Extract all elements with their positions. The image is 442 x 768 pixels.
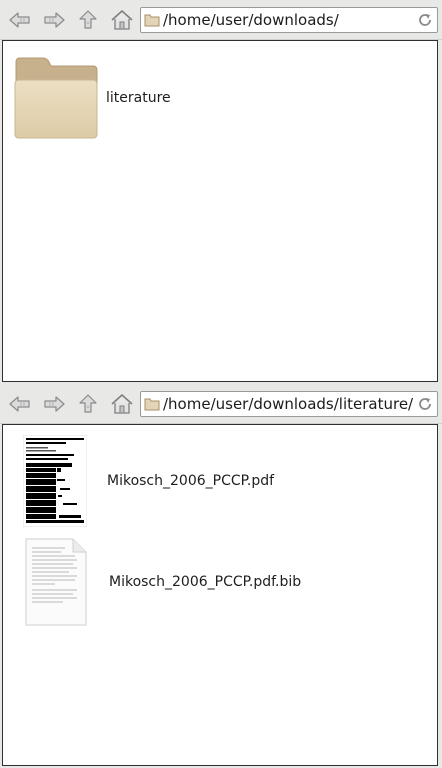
home-button[interactable] xyxy=(107,390,137,418)
folder-icon xyxy=(144,14,160,27)
location-path: /home/user/downloads/ xyxy=(163,11,339,29)
file-view: Mikosch_2006_PCCP.pdf Mikosch_2006_PCCP.… xyxy=(2,424,438,766)
forward-button[interactable] xyxy=(39,6,69,34)
toolbar: /home/user/downloads/literature/ xyxy=(0,384,442,424)
pdf-thumbnail-icon xyxy=(23,435,87,527)
home-icon xyxy=(111,10,133,30)
file-item-bib[interactable]: Mikosch_2006_PCCP.pdf.bib xyxy=(25,538,301,626)
reload-icon[interactable] xyxy=(417,396,433,412)
forward-arrow-icon xyxy=(44,396,65,412)
location-path: /home/user/downloads/literature/ xyxy=(163,395,414,413)
back-arrow-icon xyxy=(9,12,30,28)
back-button[interactable] xyxy=(5,6,35,34)
location-bar[interactable]: /home/user/downloads/ xyxy=(140,7,438,33)
folder-item-literature[interactable]: literature xyxy=(13,56,171,140)
toolbar: /home/user/downloads/ xyxy=(0,0,442,40)
text-document-icon xyxy=(25,538,87,626)
item-label: Mikosch_2006_PCCP.pdf xyxy=(107,473,275,489)
item-label: literature xyxy=(106,90,171,106)
file-item-pdf[interactable]: Mikosch_2006_PCCP.pdf xyxy=(23,435,274,527)
location-bar[interactable]: /home/user/downloads/literature/ xyxy=(140,391,438,417)
file-browser-pane-top: /home/user/downloads/ literature xyxy=(0,0,442,384)
reload-icon[interactable] xyxy=(417,12,433,28)
home-icon xyxy=(111,394,133,414)
up-arrow-icon xyxy=(79,10,97,29)
item-label: Mikosch_2006_PCCP.pdf.bib xyxy=(109,574,302,590)
home-button[interactable] xyxy=(107,6,137,34)
file-browser-pane-bottom: /home/user/downloads/literature/ Mikosch… xyxy=(0,384,442,768)
folder-icon xyxy=(144,398,160,411)
forward-button[interactable] xyxy=(39,390,69,418)
folder-icon xyxy=(14,57,98,139)
back-button[interactable] xyxy=(5,390,35,418)
forward-arrow-icon xyxy=(44,12,65,28)
up-button[interactable] xyxy=(73,390,103,418)
up-button[interactable] xyxy=(73,6,103,34)
file-view: literature xyxy=(2,40,438,382)
back-arrow-icon xyxy=(9,396,30,412)
up-arrow-icon xyxy=(79,394,97,413)
